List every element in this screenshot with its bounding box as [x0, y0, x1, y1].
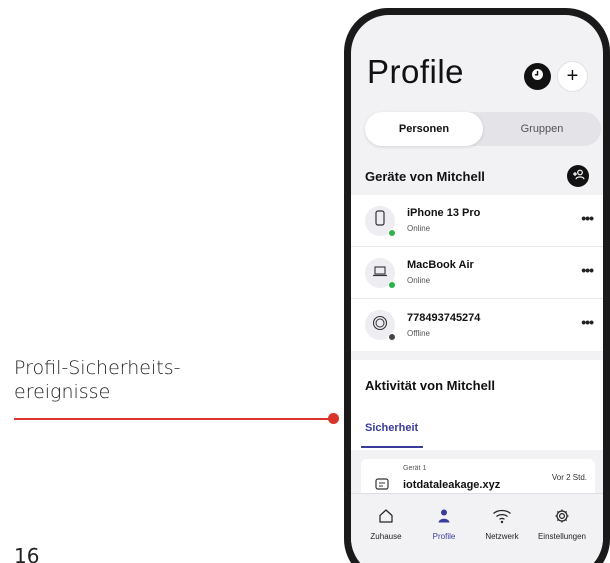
tab-underline: [361, 446, 423, 448]
device-name: iPhone 13 Pro: [407, 207, 481, 219]
add-person-button[interactable]: [567, 165, 589, 187]
device-list: iPhone 13 Pro Online ••• MacBook Air Onl…: [351, 195, 603, 351]
add-person-icon: [572, 167, 585, 185]
plus-icon: +: [566, 65, 579, 87]
device-name: 778493745274: [407, 311, 481, 324]
tab-sicherheit[interactable]: Sicherheit: [365, 422, 418, 434]
event-name: iotdataleakage.xyz: [403, 479, 501, 491]
segment-personen[interactable]: Personen: [365, 112, 483, 146]
page-number: 16: [14, 544, 40, 563]
phone-icon: [375, 210, 385, 231]
device-icon: [372, 315, 388, 336]
segmented-control: Personen Gruppen: [365, 112, 601, 146]
annotation-dot: [328, 413, 339, 424]
tab-profile[interactable]: Profile: [413, 506, 475, 541]
phone-frame: Profile + Personen Gruppen Geräte von Mi…: [344, 8, 610, 563]
header: Profile +: [367, 53, 591, 99]
more-button[interactable]: •••: [581, 315, 594, 333]
tab-einstellungen[interactable]: Einstellungen: [531, 506, 593, 541]
gear-icon: [531, 506, 593, 526]
device-row[interactable]: 778493745274 Offline •••: [351, 299, 603, 351]
devices-section-title: Geräte von Mitchell: [365, 168, 485, 184]
status-dot: [388, 280, 396, 289]
wifi-icon: [471, 506, 533, 526]
device-status: Offline: [407, 328, 430, 338]
tab-label: Zuhause: [370, 532, 402, 541]
phone-screen: Profile + Personen Gruppen Geräte von Mi…: [351, 15, 603, 563]
tab-label: Profile: [432, 532, 456, 541]
page-title: Profile: [367, 53, 465, 90]
more-button[interactable]: •••: [581, 263, 594, 281]
status-dot: [388, 333, 396, 341]
person-icon: [413, 506, 475, 526]
home-icon: [355, 506, 417, 526]
clock-icon: [531, 68, 544, 86]
tab-label: Einstellungen: [537, 532, 587, 541]
device-avatar: [365, 205, 396, 237]
laptop-icon: [372, 264, 388, 282]
more-button[interactable]: •••: [581, 211, 594, 229]
annotation-line: [14, 418, 334, 420]
status-dot: [388, 228, 396, 237]
activity-section-title: Aktivität von Mitchell: [365, 378, 496, 393]
activity-section: Aktivität von Mitchell Sicherheit: [351, 360, 603, 450]
annotation-label: Profil-Sicherheits- ereignisse: [14, 357, 181, 403]
tab-zuhause[interactable]: Zuhause: [355, 506, 417, 541]
device-avatar: [365, 310, 396, 341]
tab-bar: Zuhause Profile Netzwerk Einstellungen: [351, 493, 603, 563]
device-avatar: [365, 257, 396, 289]
segment-gruppen[interactable]: Gruppen: [483, 112, 601, 146]
tab-label: Netzwerk: [485, 532, 519, 541]
device-row[interactable]: MacBook Air Online •••: [351, 247, 603, 299]
annotation-callout: Profil-Sicherheits- ereignisse: [14, 356, 254, 404]
device-status: Online: [407, 224, 431, 233]
devices-section-header: Geräte von Mitchell: [351, 156, 603, 196]
event-subtitle: Gerät 1: [403, 465, 427, 472]
add-button[interactable]: +: [558, 62, 587, 91]
history-button[interactable]: [524, 63, 551, 90]
device-row[interactable]: iPhone 13 Pro Online •••: [351, 195, 603, 247]
event-time: Vor 2 Std.: [551, 473, 587, 482]
device-name: MacBook Air: [407, 259, 474, 271]
tab-netzwerk[interactable]: Netzwerk: [471, 506, 533, 541]
device-status: Online: [407, 276, 431, 285]
